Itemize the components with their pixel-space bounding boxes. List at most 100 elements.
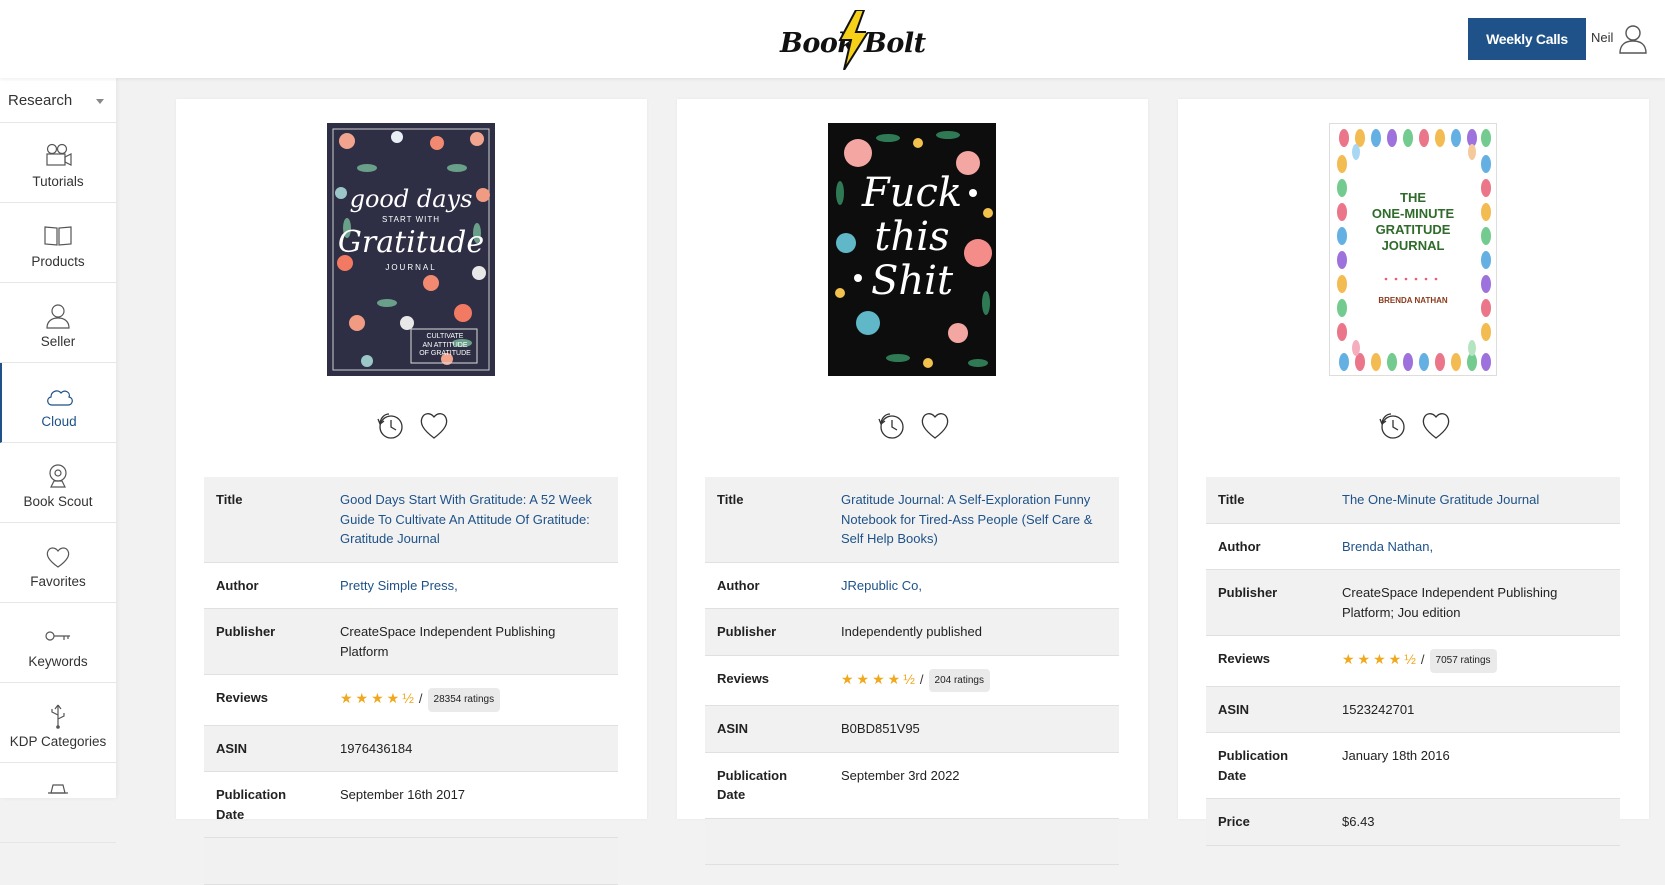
sidebar-item-cloud[interactable]: Cloud: [0, 363, 116, 443]
cover-title-mid: START WITH: [382, 215, 440, 224]
detail-row-reviews: Reviews ★★★★½/7057 ratings: [1206, 636, 1620, 686]
detail-label: ASIN: [717, 721, 749, 736]
sidebar-item-keywords[interactable]: Keywords: [0, 603, 116, 683]
sidebar-item-label: Book Scout: [23, 494, 93, 509]
chevron-down-icon: [96, 99, 104, 104]
detail-label: Publication Date: [717, 767, 788, 803]
cover-box-text: CULTIVATE AN ATTITUDE OF GRATITUDE: [419, 333, 471, 357]
user-name[interactable]: Neil: [1591, 30, 1613, 45]
sidebar-item-label: Tutorials: [32, 174, 84, 189]
detail-label: Reviews: [1218, 651, 1271, 666]
detail-row-reviews: Reviews ★★★★½/28354 ratings: [204, 675, 618, 725]
star-rating-icon: ★★★★½: [841, 670, 918, 687]
sidebar-item-favorites[interactable]: Favorites: [0, 523, 116, 603]
book-asin: B0BD851V95: [841, 721, 920, 736]
detail-row-reviews: Reviews ★★★★½/204 ratings: [705, 655, 1119, 706]
detail-row-title: Title The One-Minute Gratitude Journal: [1206, 477, 1620, 523]
detail-label: Title: [717, 492, 744, 507]
history-clock-icon[interactable]: [372, 408, 406, 442]
detail-row-partial: [204, 837, 618, 884]
favorite-heart-icon[interactable]: [417, 408, 451, 442]
detail-label: Reviews: [216, 690, 269, 705]
detail-row-author: Author Pretty Simple Press,: [204, 562, 618, 609]
book-publisher: CreateSpace Independent Publishing Platf…: [340, 624, 556, 659]
book-author-link[interactable]: JRepublic Co,: [841, 578, 922, 593]
book-details-table: Title The One-Minute Gratitude Journal A…: [1206, 477, 1620, 846]
detail-label: ASIN: [216, 740, 248, 756]
user-avatar-icon[interactable]: [1617, 22, 1649, 54]
book-author-link[interactable]: Pretty Simple Press,: [340, 578, 458, 593]
detail-row-publication-date: Publication Date January 18th 2016: [1206, 733, 1620, 799]
detail-label: ASIN: [1218, 701, 1250, 717]
detail-row-asin: ASIN 1523242701: [1206, 686, 1620, 733]
logo-text-bolt: Bolt: [864, 28, 926, 59]
detail-row-publisher: Publisher Independently published: [705, 608, 1119, 655]
cover-title-main: THE ONE-MINUTE GRATITUDE JOURNAL: [1371, 190, 1455, 253]
weekly-calls-button[interactable]: Weekly Calls: [1468, 18, 1586, 60]
book-price: $6.43: [1342, 814, 1375, 829]
video-camera-icon: [46, 143, 72, 166]
cover-title-main: Gratitude: [337, 225, 485, 260]
cloud-icon: [47, 390, 73, 406]
detective-icon: [48, 784, 68, 794]
book-publication-date: January 18th 2016: [1342, 748, 1450, 763]
rating-count-badge: 204 ratings: [928, 668, 990, 692]
sidebar-item-more[interactable]: [0, 763, 116, 843]
detail-label: Publisher: [1218, 585, 1278, 600]
cover-title-top: good days: [349, 185, 473, 213]
research-select[interactable]: Research: [0, 78, 116, 123]
detail-label: Title: [216, 492, 243, 507]
detail-row-asin: ASIN B0BD851V95: [705, 705, 1119, 752]
sidebar-item-book-scout[interactable]: Book Scout: [0, 443, 116, 523]
book-title-link[interactable]: Gratitude Journal: A Self-Exploration Fu…: [841, 492, 1092, 546]
book-card: good days START WITH Gratitude JOURNAL C…: [176, 99, 647, 884]
history-clock-icon[interactable]: [1374, 408, 1408, 442]
sidebar-item-tutorials[interactable]: Tutorials: [0, 123, 116, 203]
cover-title-main: Fuck this Shit: [861, 170, 963, 304]
book-bolt-logo[interactable]: Book Bolt: [780, 8, 930, 72]
book-cover-image[interactable]: Fuck this Shit: [828, 123, 996, 376]
rating-separator: /: [1420, 652, 1425, 668]
detail-row-price: Price $6.43: [1206, 798, 1620, 845]
history-clock-icon[interactable]: [873, 408, 907, 442]
sidebar-item-seller[interactable]: Seller: [0, 283, 116, 363]
book-card: THE ONE-MINUTE GRATITUDE JOURNAL BRENDA …: [1178, 99, 1649, 845]
key-icon: [45, 631, 70, 641]
detail-row-publisher: Publisher CreateSpace Independent Publis…: [1206, 569, 1620, 636]
usb-icon: [51, 704, 65, 729]
detail-label: Author: [717, 577, 760, 593]
rating-count-badge: 28354 ratings: [427, 688, 501, 712]
book-cover-image[interactable]: good days START WITH Gratitude JOURNAL C…: [327, 123, 495, 376]
sidebar-item-kdp-categories[interactable]: KDP Categories: [0, 683, 116, 763]
detail-row-author: Author JRepublic Co,: [705, 562, 1119, 609]
book-cover-image[interactable]: THE ONE-MINUTE GRATITUDE JOURNAL BRENDA …: [1329, 123, 1497, 376]
book-title-link[interactable]: Good Days Start With Gratitude: A 52 Wee…: [340, 492, 592, 546]
detail-row-title: Title Gratitude Journal: A Self-Explorat…: [705, 477, 1119, 562]
detail-row-title: Title Good Days Start With Gratitude: A …: [204, 477, 618, 562]
book-publication-date: September 3rd 2022: [841, 767, 960, 783]
detail-label: Publisher: [717, 624, 777, 639]
book-actions: [176, 408, 647, 442]
detail-label: Title: [1218, 492, 1245, 507]
favorite-heart-icon[interactable]: [1419, 408, 1453, 442]
book-asin: 1523242701: [1342, 701, 1415, 717]
sidebar-item-label: Keywords: [28, 654, 88, 669]
cover-title-sub: JOURNAL: [385, 263, 437, 272]
favorite-heart-icon[interactable]: [918, 408, 952, 442]
book-asin: 1976436184: [340, 740, 413, 756]
sidebar-item-products[interactable]: Products: [0, 203, 116, 283]
user-icon: [46, 304, 70, 329]
star-rating-icon: ★★★★½: [1342, 651, 1419, 668]
star-rating-icon: ★★★★½: [340, 690, 417, 707]
detail-row-publication-date: Publication Date September 3rd 2022: [705, 752, 1119, 818]
rating-separator: /: [418, 691, 423, 707]
book-actions: [677, 408, 1148, 442]
detail-label: Publication Date: [1218, 748, 1289, 783]
research-select-label: Research: [8, 92, 73, 109]
book-publication-date: September 16th 2017: [340, 787, 466, 802]
book-title-link[interactable]: The One-Minute Gratitude Journal: [1342, 492, 1539, 507]
top-header: Book Bolt Weekly Calls Neil: [0, 0, 1665, 78]
sidebar-item-label: KDP Categories: [9, 734, 107, 749]
book-author-link[interactable]: Brenda Nathan,: [1342, 539, 1433, 554]
webcam-icon: [49, 464, 67, 488]
